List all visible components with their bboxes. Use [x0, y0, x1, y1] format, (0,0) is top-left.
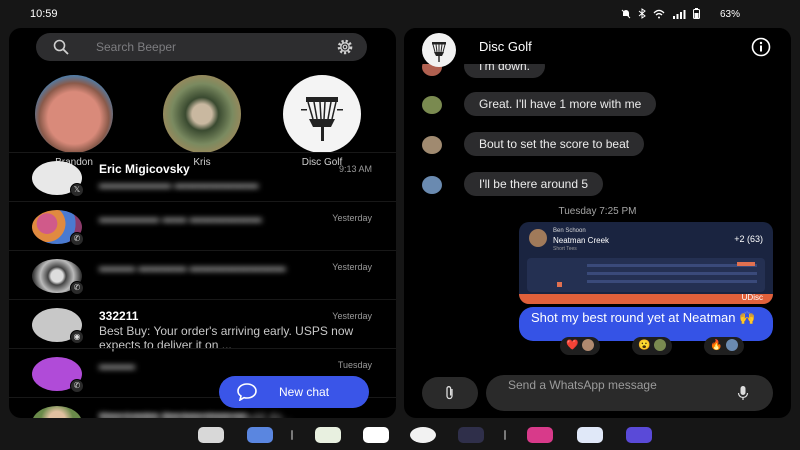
- chat-name-blurred: ▬▬▬: [99, 358, 135, 372]
- whatsapp-icon: ✆: [70, 232, 84, 246]
- scorecard-brand: UDisc: [741, 293, 763, 302]
- battery-percent: 63%: [719, 9, 740, 20]
- reaction-fire[interactable]: 🔥: [704, 337, 745, 355]
- message-bubble[interactable]: I'll be there around 5: [464, 172, 604, 196]
- whatsapp-icon: ✆: [70, 379, 84, 393]
- avatar: [422, 136, 442, 154]
- app-drawer-icon[interactable]: [198, 427, 224, 443]
- surprised-face-icon: 😮: [638, 340, 651, 351]
- conversation-pane: I'm down. Disc Golf Great. I'll have 1 m…: [404, 28, 791, 418]
- avatar: [35, 75, 113, 153]
- reaction-heart[interactable]: ❤️: [560, 337, 601, 355]
- chat-list-pane: Brandon Kris Disc Golf �: [9, 28, 396, 418]
- avatar: [32, 406, 84, 418]
- paperclip-icon: [446, 386, 453, 400]
- chat-row[interactable]: ✆ ▬▬▬▬▬ ▬▬ ▬▬▬▬▬▬ Yesterday: [9, 201, 396, 251]
- new-chat-button[interactable]: New chat: [219, 376, 369, 408]
- message-row: Great. I'll have 1 more with me: [404, 92, 791, 118]
- search-input[interactable]: [96, 39, 296, 55]
- bluetooth-icon: [638, 8, 646, 22]
- avatar: [163, 75, 241, 153]
- gear-icon[interactable]: [336, 38, 354, 56]
- chrome-app-icon[interactable]: [410, 427, 436, 443]
- message-input[interactable]: [508, 379, 708, 407]
- chat-time: Tuesday: [337, 360, 372, 370]
- new-chat-label: New chat: [279, 385, 330, 399]
- chat-time: Yesterday: [332, 213, 372, 223]
- chat-preview: You: Looks like key rings would do...: [99, 410, 293, 418]
- message-row: Bout to set the score to beat: [404, 132, 791, 158]
- beeper-app-icon[interactable]: [626, 427, 652, 443]
- disc-golf-basket-icon: [283, 75, 361, 153]
- avatar: 𝕏: [32, 161, 84, 197]
- chat-name-blurred: ▬▬▬▬▬ ▬▬ ▬▬▬▬▬▬: [99, 211, 262, 225]
- phone-app-icon[interactable]: [315, 427, 341, 443]
- chat-time: 9:13 AM: [338, 164, 372, 174]
- avatar: [582, 339, 595, 352]
- chat-bubble-icon: [237, 383, 257, 401]
- status-time: 10:59: [30, 8, 58, 20]
- group-avatar: ✆: [32, 210, 84, 246]
- chat-header: Disc Golf: [404, 28, 791, 67]
- attach-button[interactable]: [422, 377, 478, 409]
- heart-icon: ❤️: [566, 340, 579, 351]
- files-app-icon[interactable]: [247, 427, 273, 443]
- slack-app-icon[interactable]: [363, 427, 389, 443]
- scorecard-tees: Short Tees: [553, 246, 577, 252]
- scorecard-holes-grid: [527, 258, 765, 292]
- avatar: [422, 176, 442, 194]
- date-separator: Tuesday 7:25 PM: [558, 206, 637, 217]
- group-avatar: ✆: [32, 259, 84, 295]
- chat-row-332211[interactable]: ◉ 332211 Yesterday Best Buy: Your order'…: [9, 299, 396, 352]
- scorecard-course: Neatman Creek: [553, 236, 610, 245]
- battery-icon: [693, 8, 700, 22]
- chat-row[interactable]: ✆ ▬▬▬ ▬▬▬▬ ▬▬▬▬▬▬▬▬ Yesterday: [9, 250, 396, 300]
- message-bubble[interactable]: Great. I'll have 1 more with me: [464, 92, 657, 116]
- message-composer[interactable]: [486, 375, 773, 411]
- outgoing-message[interactable]: Shot my best round yet at Neatman 🙌: [519, 307, 773, 341]
- signal-icon: ◉: [70, 330, 84, 344]
- wifi-icon: [653, 9, 665, 22]
- disc-golf-basket-icon[interactable]: [422, 33, 456, 67]
- whatsapp-icon: ✆: [70, 281, 84, 295]
- avatar: ◉: [32, 308, 84, 344]
- chat-name-blurred: ▬▬▬ ▬▬▬▬ ▬▬▬▬▬▬▬▬: [99, 260, 286, 274]
- scorecard-score: +2 (63): [734, 234, 763, 244]
- taskbar: [0, 420, 800, 450]
- scorecard-player: Ben Schoon: [553, 228, 586, 234]
- status-bar: 10:59 63%: [0, 0, 800, 28]
- chat-preview-blurred: ▬▬▬▬▬▬ ▬▬▬▬▬▬▬: [99, 177, 259, 191]
- scorecard-image[interactable]: Ben Schoon Neatman Creek Short Tees +2 (…: [519, 222, 773, 304]
- mute-icon: [621, 9, 631, 22]
- google-home-app-icon[interactable]: [577, 427, 603, 443]
- avatar: [654, 339, 667, 352]
- message-row: I'll be there around 5: [404, 172, 791, 198]
- chat-time: Yesterday: [332, 311, 372, 321]
- microphone-icon[interactable]: [737, 385, 749, 401]
- signal-icon: [672, 9, 686, 22]
- scorecard-footer: [519, 294, 773, 304]
- status-icons: [621, 8, 700, 22]
- search-icon[interactable]: [53, 39, 69, 55]
- taskbar-separator: [291, 430, 293, 440]
- x-network-icon: 𝕏: [70, 183, 84, 197]
- message-bubble[interactable]: Bout to set the score to beat: [464, 132, 645, 156]
- taskbar-separator: [504, 430, 506, 440]
- camera-app-icon[interactable]: [458, 427, 484, 443]
- chat-title[interactable]: Disc Golf: [479, 39, 532, 54]
- chat-name: Eric Migicovsky: [99, 162, 190, 176]
- avatar: [726, 339, 739, 352]
- info-icon[interactable]: [751, 37, 771, 57]
- instagram-app-icon[interactable]: [527, 427, 553, 443]
- chat-name: 332211: [99, 309, 139, 323]
- avatar: [422, 96, 442, 114]
- reaction-wow[interactable]: 😮: [632, 337, 673, 355]
- chat-time: Yesterday: [332, 262, 372, 272]
- avatar: ✆: [32, 357, 84, 393]
- player-avatar: [529, 229, 547, 247]
- fire-icon: 🔥: [710, 340, 723, 351]
- search-bar[interactable]: [36, 33, 367, 61]
- chat-row-eric[interactable]: 𝕏 Eric Migicovsky 9:13 AM ▬▬▬▬▬▬ ▬▬▬▬▬▬▬: [9, 152, 396, 202]
